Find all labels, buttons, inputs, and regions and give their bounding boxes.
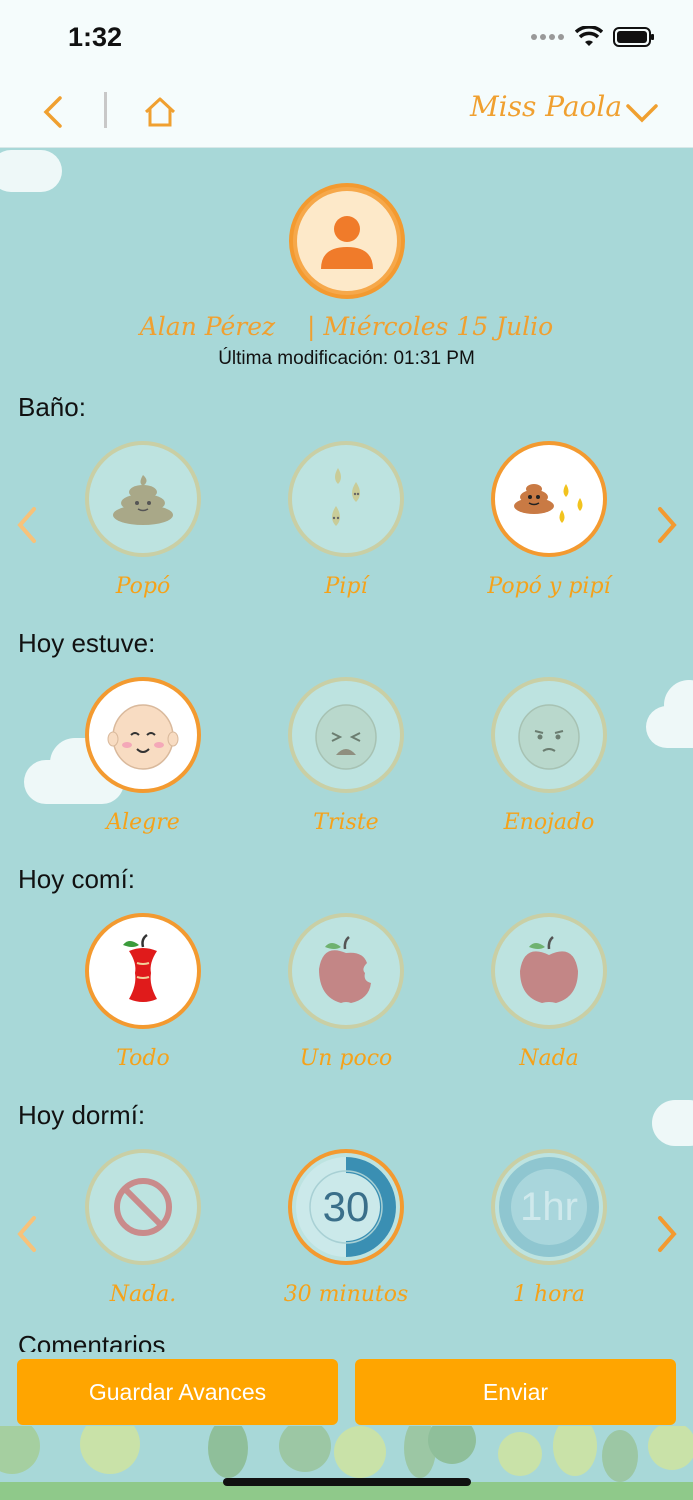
option-30-minutos[interactable]: 30 (288, 1149, 404, 1265)
option-label-alegre: Alegre (106, 810, 180, 835)
option-enojado[interactable] (491, 677, 607, 793)
child-header: Alan Pérez | Miércoles 15 Julio (0, 312, 693, 341)
cloud-decoration (0, 150, 62, 192)
option-label-nada-sueno: Nada. (109, 1282, 177, 1307)
angry-face-icon (518, 704, 580, 770)
battery-icon (613, 27, 654, 47)
option-label-triste: Triste (313, 810, 379, 835)
poop-and-pee-icon (514, 484, 583, 523)
home-icon[interactable] (140, 92, 180, 132)
status-icons (531, 26, 655, 48)
poop-icon (113, 475, 173, 525)
chevron-down-icon[interactable] (622, 92, 662, 132)
nav-divider (104, 92, 107, 128)
option-label-popo: Popó (115, 574, 171, 599)
option-triste[interactable] (288, 677, 404, 793)
cloud-decoration (652, 1100, 693, 1146)
option-label-1-hora: 1 hora (512, 1282, 586, 1307)
sad-face-icon (315, 704, 377, 770)
timer-1hr-label: 1hr (520, 1184, 578, 1229)
apple-core-icon (123, 933, 157, 1002)
chevron-left-icon[interactable] (12, 503, 42, 547)
option-pipi[interactable] (288, 441, 404, 557)
wifi-icon (575, 26, 603, 46)
option-nada-comida[interactable] (491, 913, 607, 1029)
chevron-right-icon[interactable] (652, 1212, 682, 1256)
whole-apple-icon (520, 936, 578, 1003)
report-date: | Miércoles 15 Julio (306, 312, 554, 341)
nav-bar: Miss Paola (0, 76, 693, 148)
option-alegre[interactable] (85, 677, 201, 793)
trees-decoration (0, 1426, 693, 1500)
home-indicator (223, 1478, 471, 1486)
option-label-un-poco: Un poco (299, 1046, 393, 1071)
option-label-enojado: Enojado (503, 810, 595, 835)
pee-drops-icon (332, 468, 360, 526)
back-chevron-icon[interactable] (36, 92, 76, 132)
avatar-inner (297, 191, 397, 291)
status-bar: 1:32 (0, 0, 693, 76)
section-title-comentarios: Comentarios (18, 1330, 166, 1352)
signal-icon (531, 34, 564, 40)
save-progress-button[interactable]: Guardar Avances (17, 1359, 338, 1425)
section-title-animo: Hoy estuve: (18, 628, 156, 658)
option-label-todo: Todo (116, 1046, 170, 1071)
option-label-30-minutos: 30 minutos (283, 1282, 409, 1307)
person-icon (321, 216, 373, 269)
option-1-hora[interactable]: 1hr (491, 1149, 607, 1265)
chevron-left-icon[interactable] (12, 1212, 42, 1256)
option-popo-y-pipi[interactable] (491, 441, 607, 557)
option-label-pipi: Pipí (324, 574, 368, 599)
happy-face-icon (107, 704, 179, 770)
section-title-bano: Baño: (18, 392, 86, 422)
timer-30-label: 30 (322, 1183, 370, 1230)
option-nada-sueno[interactable] (85, 1149, 201, 1265)
section-title-sueno: Hoy dormí: (18, 1100, 146, 1130)
child-avatar[interactable] (289, 183, 405, 299)
bitten-apple-icon (319, 936, 371, 1003)
option-un-poco[interactable] (288, 913, 404, 1029)
send-button[interactable]: Enviar (355, 1359, 676, 1425)
no-sleep-icon (114, 1178, 172, 1236)
option-label-nada-comida: Nada (519, 1046, 579, 1071)
section-title-comida: Hoy comí: (18, 864, 136, 894)
child-name: Alan Pérez (139, 312, 276, 341)
option-label-popo-y-pipi: Popó y pipí (487, 574, 611, 599)
teacher-name[interactable]: Miss Paola (470, 90, 622, 123)
option-todo[interactable] (85, 913, 201, 1029)
status-time: 1:32 (68, 22, 123, 52)
last-modified: Última modificación: 01:31 PM (218, 348, 475, 369)
option-popo[interactable] (85, 441, 201, 557)
chevron-right-icon[interactable] (652, 503, 682, 547)
